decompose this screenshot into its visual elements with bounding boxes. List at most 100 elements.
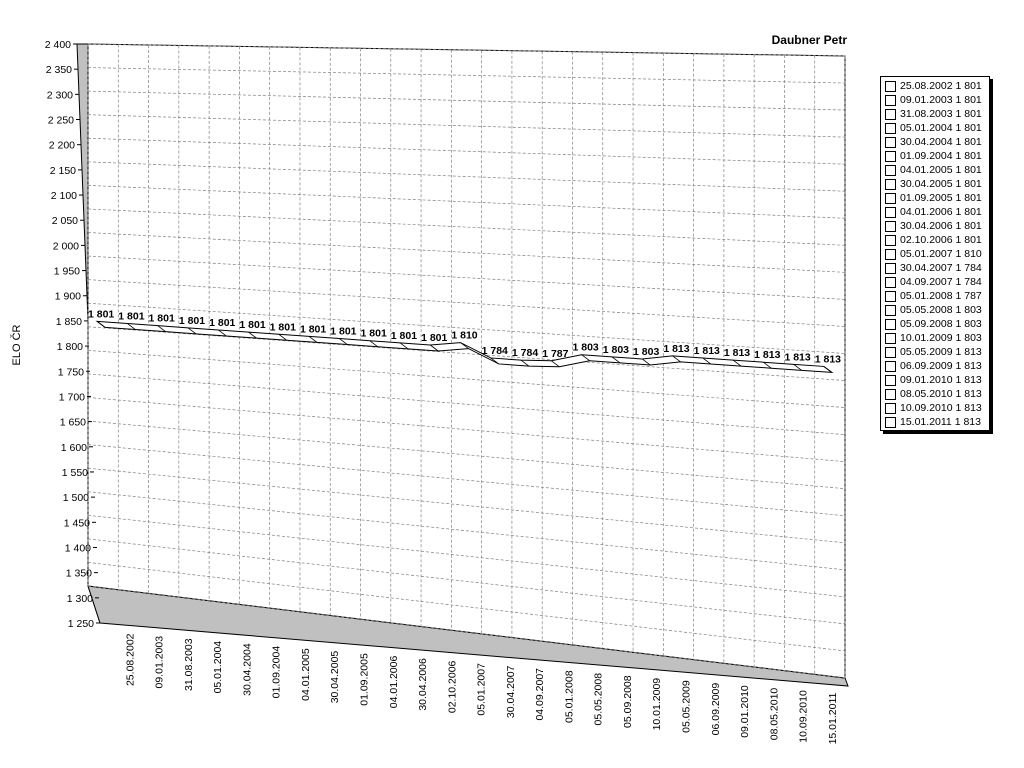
y-tick-label: 1 950: [54, 266, 80, 278]
data-label: 1 813: [815, 353, 841, 365]
legend-label: 25.08.2002 1 801: [900, 80, 982, 92]
data-label: 1 801: [300, 323, 326, 335]
legend-label: 06.09.2009 1 813: [900, 360, 982, 372]
legend-label: 09.01.2003 1 801: [900, 94, 982, 106]
legend-marker-box: [885, 416, 896, 428]
legend-item: 30.04.2006 1 801: [881, 219, 989, 233]
legend-label: 01.09.2005 1 801: [900, 192, 982, 204]
x-tick-label: 25.08.2002: [124, 633, 136, 686]
legend-item: 30.04.2005 1 801: [881, 177, 989, 191]
data-label: 1 813: [694, 345, 720, 357]
legend-label: 05.09.2008 1 803: [900, 318, 982, 330]
legend-marker-box: [885, 80, 896, 92]
y-tick-label: 1 400: [65, 542, 91, 554]
legend-item: 04.01.2006 1 801: [881, 205, 989, 219]
legend-item: 15.01.2011 1 813: [881, 415, 989, 429]
chart: 2 400 2 350 2 300 2 250 2 200 2 150 2 100 2 050…: [10, 33, 849, 744]
y-tick-label: 1 850: [56, 316, 82, 328]
y-tick-label: 1 300: [67, 593, 93, 605]
data-label: 1 801: [421, 332, 447, 344]
legend-marker-box: [885, 108, 896, 120]
data-label: 1 801: [118, 311, 144, 323]
y-tick-label: 2 200: [49, 140, 75, 152]
x-tick-label: 10.09.2010: [798, 690, 810, 743]
legend-label: 15.01.2011 1 813: [900, 416, 981, 428]
legend-marker-box: [885, 220, 896, 232]
legend-item: 05.05.2008 1 803: [881, 303, 989, 317]
x-tick-label: 06.09.2009: [710, 683, 722, 736]
legend-item: 02.10.2006 1 801: [881, 233, 989, 247]
legend-label: 04.09.2007 1 784: [900, 276, 982, 288]
data-label: 1 803: [572, 342, 598, 354]
x-tick-label: 15.01.2011: [827, 692, 839, 744]
legend-item: 05.01.2007 1 810: [881, 247, 989, 261]
data-label: 1 801: [270, 321, 296, 333]
x-tick-label: 01.09.2004: [271, 646, 283, 699]
data-label: 1 801: [361, 328, 387, 340]
legend-item: 08.05.2010 1 813: [881, 387, 989, 401]
legend-label: 05.01.2007 1 810: [900, 248, 982, 260]
legend-marker-box: [885, 276, 896, 288]
data-label: 1 813: [754, 349, 780, 361]
legend-item: 25.08.2002 1 801: [881, 79, 989, 93]
x-tick-label: 10.01.2009: [651, 678, 663, 731]
legend-marker-box: [885, 94, 896, 106]
data-label: 1 784: [482, 345, 508, 357]
legend-item: 04.09.2007 1 784: [881, 275, 989, 289]
x-tick-label: 04.01.2006: [388, 656, 400, 709]
legend-marker-box: [885, 192, 896, 204]
data-label: 1 813: [663, 343, 689, 355]
legend-item: 10.09.2010 1 813: [881, 401, 989, 415]
legend-item: 04.01.2005 1 801: [881, 163, 989, 177]
y-tick-label: 1 500: [63, 492, 89, 504]
legend-item: 05.01.2004 1 801: [881, 121, 989, 135]
legend-marker-box: [885, 178, 896, 190]
data-label: 1 784: [512, 347, 538, 359]
legend-marker-box: [885, 262, 896, 274]
legend-label: 10.01.2009 1 803: [900, 332, 982, 344]
data-label: 1 801: [179, 315, 205, 327]
legend-label: 08.05.2010 1 813: [900, 388, 982, 400]
legend-item: 01.09.2005 1 801: [881, 191, 989, 205]
data-label: 1 801: [330, 326, 356, 338]
legend-marker-box: [885, 248, 896, 260]
legend-label: 05.05.2009 1 813: [900, 346, 982, 358]
data-label: 1 803: [633, 346, 659, 358]
y-tick-label: 1 250: [68, 618, 94, 630]
legend-label: 05.01.2008 1 787: [900, 290, 982, 302]
legend-item: 30.04.2007 1 784: [881, 261, 989, 275]
data-label: 1 801: [239, 319, 265, 331]
data-label: 1 801: [149, 313, 175, 325]
x-tick-label: 31.08.2003: [183, 638, 195, 691]
x-tick-label: 04.01.2005: [300, 648, 312, 701]
legend-item: 10.01.2009 1 803: [881, 331, 989, 345]
y-tick-label: 2 050: [52, 215, 78, 227]
legend-marker-box: [885, 164, 896, 176]
legend-label: 31.08.2003 1 801: [900, 108, 982, 120]
y-tick-label: 1 800: [57, 341, 83, 353]
legend-marker-box: [885, 318, 896, 330]
x-tick-label: 09.01.2003: [154, 636, 166, 689]
y-tick-label: 1 650: [60, 417, 86, 429]
legend-label: 05.05.2008 1 803: [900, 304, 982, 316]
data-label: 1 803: [603, 344, 629, 356]
data-label: 1 813: [724, 347, 750, 359]
x-tick-label: 05.01.2007: [476, 663, 488, 716]
y-tick-label: 1 750: [58, 366, 84, 378]
legend-marker-box: [885, 136, 896, 148]
data-label: 1 801: [391, 330, 417, 342]
y-tick-label: 1 550: [62, 467, 88, 479]
y-tick-label: 1 350: [66, 568, 92, 580]
x-tick-label: 05.01.2004: [212, 641, 224, 694]
legend-label: 01.09.2004 1 801: [900, 150, 982, 162]
legend-label: 09.01.2010 1 813: [900, 374, 982, 386]
y-axis-label: ELO ČR: [10, 324, 23, 365]
legend: 25.08.2002 1 801 09.01.2003 1 801 31.08.20…: [880, 76, 990, 431]
legend-marker-box: [885, 402, 896, 414]
x-tick-label: 04.09.2007: [534, 668, 546, 721]
data-label: 1 810: [451, 330, 477, 342]
legend-label: 30.04.2007 1 784: [900, 262, 982, 274]
legend-marker-box: [885, 290, 896, 302]
x-tick-label: 02.10.2006: [446, 660, 458, 713]
legend-item: 05.09.2008 1 803: [881, 317, 989, 331]
